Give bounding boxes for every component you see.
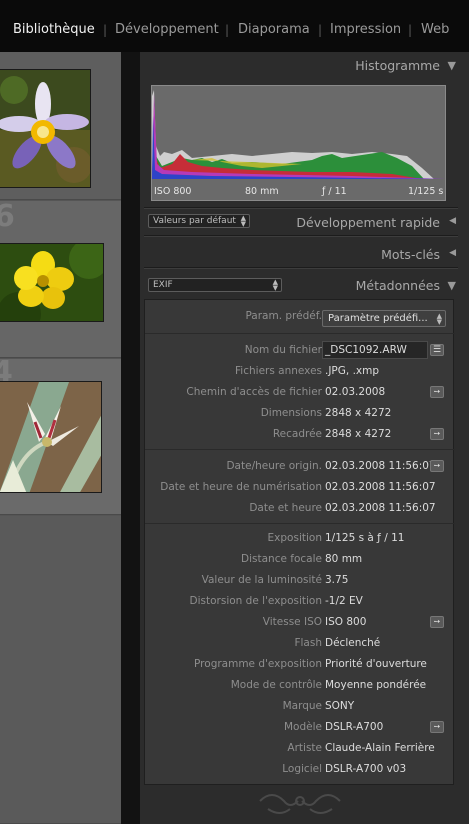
metadata-row-sidecars: Fichiers annexes .JPG, .xmp xyxy=(235,365,380,377)
metadata-row-cropped: Recadrée 2848 x 4272 ➙ xyxy=(145,424,455,445)
metadata-preset-select[interactable]: Paramètre prédéfi... ▲ ▼ xyxy=(322,310,446,327)
metadata-row-model: Modèle DSLR-A700 ➙ xyxy=(145,717,455,738)
module-library[interactable]: Bibliothèque xyxy=(13,22,95,37)
go-arrow-icon[interactable]: ➙ xyxy=(430,721,444,733)
go-arrow-icon[interactable]: ➙ xyxy=(430,386,444,398)
list-icon[interactable]: ☰ xyxy=(430,344,444,356)
right-panel: Histogramme ▼ ISO 800 80 mm ƒ / 11 1/125… xyxy=(140,52,469,824)
go-arrow-icon[interactable]: ➙ xyxy=(430,428,444,440)
photo-thumbnail[interactable] xyxy=(0,69,91,188)
histogram-shutter: 1/125 s xyxy=(408,186,444,197)
metadata-preset-row: Param. prédéf. Paramètre prédéfi... ▲ ▼ xyxy=(145,304,455,330)
metadata-view-select[interactable]: EXIF ▲ ▼ xyxy=(148,278,282,292)
go-arrow-icon[interactable]: ➙ xyxy=(430,616,444,628)
module-develop[interactable]: Développement xyxy=(115,22,219,37)
histogram-aperture: ƒ / 11 xyxy=(322,186,347,197)
metadata-row-dimensions: Dimensions 2848 x 4272 xyxy=(260,407,392,419)
histogram[interactable]: ISO 800 80 mm ƒ / 11 1/125 s xyxy=(151,85,446,201)
metadata-row-filename: Nom du fichier _DSC1092.ARW ☰ xyxy=(145,340,455,361)
metadata-row-date-time: Date et heure 02.03.2008 11:56:07 xyxy=(249,502,436,514)
grid-cell[interactable] xyxy=(0,52,121,200)
module-slideshow[interactable]: Diaporama xyxy=(238,22,310,37)
module-web[interactable]: Web xyxy=(421,22,449,37)
select-arrows-icon: ▲ ▼ xyxy=(240,214,246,228)
photo-thumbnail[interactable] xyxy=(0,243,104,322)
metadata-row-artist: Artiste Claude-Alain Ferrière xyxy=(287,742,435,754)
metadata-row-program: Programme d'exposition Priorité d'ouvert… xyxy=(194,658,427,670)
cell-index-number: 6 xyxy=(0,199,15,234)
metadata-header[interactable]: EXIF ▲ ▼ Métadonnées ▼ xyxy=(144,274,462,296)
keywords-header[interactable]: Mots-clés ◀ xyxy=(144,242,462,266)
metadata-row-exposure: Exposition 1/125 s à ƒ / 11 xyxy=(267,532,405,544)
module-print[interactable]: Impression xyxy=(330,22,401,37)
module-picker: Bibliothèque | Développement | Diaporama… xyxy=(0,0,469,52)
grid-cell[interactable]: 6 xyxy=(0,199,121,358)
metadata-row-path: Chemin d'accès de fichier 02.03.2008 ➙ xyxy=(145,382,455,403)
histogram-iso: ISO 800 xyxy=(154,186,192,197)
panel-end-ornament xyxy=(140,787,469,824)
histogram-header[interactable]: Histogramme ▼ xyxy=(144,52,462,80)
go-arrow-icon[interactable]: ➙ xyxy=(430,460,444,472)
collapse-triangle-icon[interactable]: ▼ xyxy=(448,59,456,72)
metadata-row-brightness: Valeur de la luminosité 3.75 xyxy=(201,574,349,586)
metadata-row-focal: Distance focale 80 mm xyxy=(241,553,363,565)
grid-cell[interactable]: 4 xyxy=(0,355,121,515)
expand-triangle-icon[interactable]: ◀ xyxy=(449,248,456,258)
metadata-title: Métadonnées xyxy=(355,278,440,293)
select-arrows-icon: ▲ ▼ xyxy=(272,278,278,292)
quick-develop-header[interactable]: Valeurs par défaut ▲ ▼ Développement rapi… xyxy=(144,210,462,234)
metadata-preset-label: Param. prédéf. xyxy=(245,310,322,322)
metadata-panel: Param. prédéf. Paramètre prédéfi... ▲ ▼ N… xyxy=(144,299,455,785)
metadata-row-make: Marque SONY xyxy=(282,700,355,712)
panel-divider[interactable] xyxy=(121,52,140,824)
metadata-row-metering: Mode de contrôle Moyenne pondérée xyxy=(230,679,427,691)
histogram-title: Histogramme xyxy=(355,58,440,73)
metadata-row-iso: Vitesse ISO ISO 800 ➙ xyxy=(145,612,455,633)
photo-thumbnail[interactable] xyxy=(0,381,102,493)
divider xyxy=(144,207,458,209)
divider xyxy=(144,235,458,237)
keywords-title: Mots-clés xyxy=(381,247,440,262)
histogram-focal: 80 mm xyxy=(245,186,279,197)
select-arrows-icon: ▲ ▼ xyxy=(436,312,442,326)
quick-develop-preset-select[interactable]: Valeurs par défaut ▲ ▼ xyxy=(148,214,250,228)
metadata-row-date-digitized: Date et heure de numérisation 02.03.2008… xyxy=(160,481,436,493)
metadata-row-date-original: Date/heure origin. 02.03.2008 11:56:07 ➙ xyxy=(145,456,455,477)
photo-grid: 6 4 xyxy=(0,52,121,824)
metadata-row-flash: Flash Déclenché xyxy=(294,637,381,649)
metadata-row-software: Logiciel DSLR-A700 v03 xyxy=(282,763,407,775)
metadata-row-exposure-bias: Distorsion de l'exposition -1/2 EV xyxy=(189,595,363,607)
collapse-triangle-icon[interactable]: ▼ xyxy=(448,279,456,292)
ornament-icon xyxy=(259,794,341,814)
histogram-graph xyxy=(152,90,445,179)
expand-triangle-icon[interactable]: ◀ xyxy=(449,216,456,226)
grid-cell-empty xyxy=(0,516,121,824)
quick-develop-title: Développement rapide xyxy=(296,215,440,230)
divider xyxy=(144,267,458,269)
